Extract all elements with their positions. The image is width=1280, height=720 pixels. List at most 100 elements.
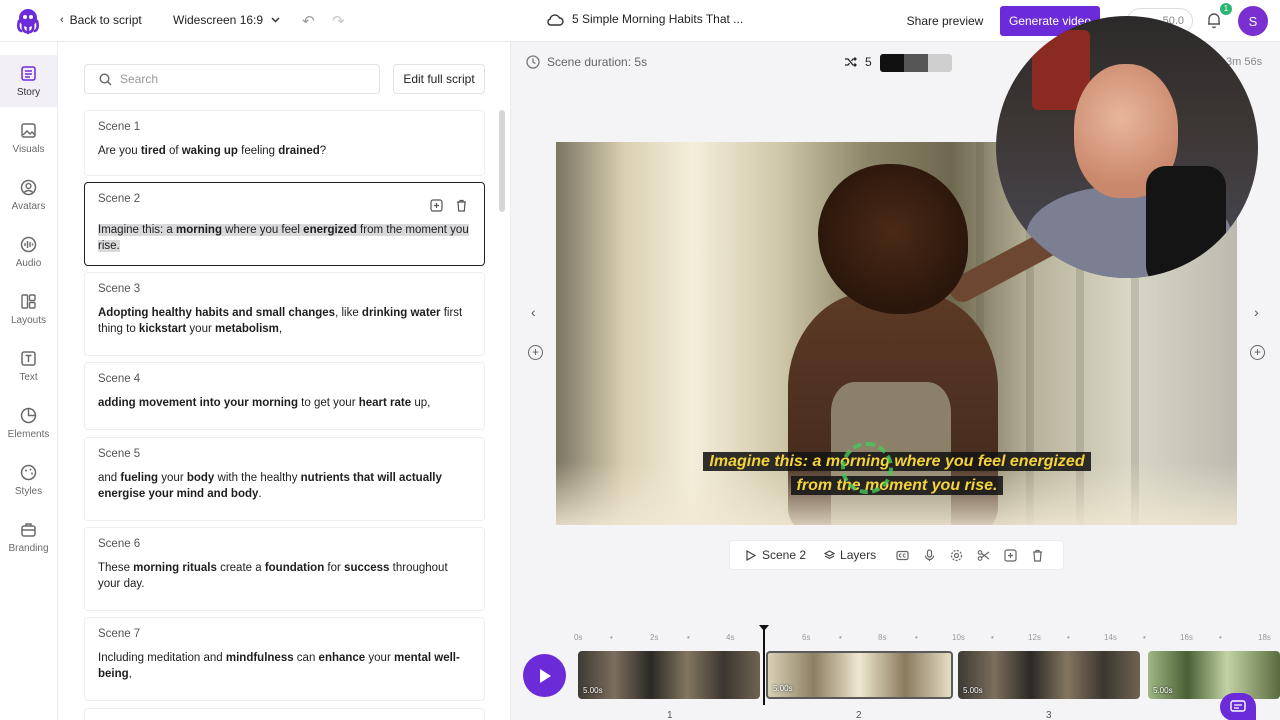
scissors-icon[interactable] bbox=[977, 549, 990, 562]
tick-dot: • bbox=[915, 633, 918, 642]
rail-item-elements[interactable]: Elements bbox=[0, 397, 57, 449]
shuffle-count: 5 bbox=[865, 55, 872, 69]
undo-icon[interactable]: ↶ bbox=[302, 12, 315, 30]
chat-support-button[interactable] bbox=[1220, 693, 1256, 720]
next-scene-chevron-icon[interactable]: › bbox=[1254, 304, 1259, 320]
rail-item-branding[interactable]: Branding bbox=[0, 511, 57, 563]
audio-icon bbox=[20, 236, 37, 252]
duplicate-icon[interactable] bbox=[430, 199, 443, 212]
scene-card-5[interactable]: Scene 5 and fueling your body with the h… bbox=[84, 437, 485, 521]
person-hair bbox=[818, 164, 968, 314]
tick-dot: • bbox=[610, 633, 613, 642]
clip-duration: 5.00s bbox=[583, 686, 603, 695]
rail-item-visuals[interactable]: Visuals bbox=[0, 112, 57, 164]
shuffle-style-control[interactable]: 5 bbox=[844, 55, 872, 69]
clip-number: 1 bbox=[667, 710, 673, 720]
layers-label: Layers bbox=[840, 548, 877, 562]
rail-item-audio[interactable]: Audio bbox=[0, 226, 57, 278]
scene-label: Scene 2 bbox=[762, 548, 807, 562]
layers-button[interactable]: Layers bbox=[824, 548, 876, 562]
rail-item-story[interactable]: Story bbox=[0, 55, 57, 107]
scene-card-6[interactable]: Scene 6 These morning rituals create a f… bbox=[84, 527, 485, 611]
swatch[interactable] bbox=[904, 54, 928, 72]
project-title[interactable]: 5 Simple Morning Habits That ... bbox=[546, 12, 743, 26]
scene-text[interactable]: These morning rituals create a foundatio… bbox=[98, 561, 470, 592]
rail-item-styles[interactable]: Styles bbox=[0, 454, 57, 506]
playhead[interactable] bbox=[763, 625, 765, 705]
scene-card-7[interactable]: Scene 7 Including meditation and mindful… bbox=[84, 617, 485, 701]
color-swatches[interactable] bbox=[880, 54, 952, 72]
scene-duration[interactable]: Scene duration: 5s bbox=[526, 55, 647, 69]
user-avatar[interactable]: S bbox=[1238, 6, 1268, 36]
scene-text[interactable]: adding movement into your morning to get… bbox=[98, 396, 470, 412]
tick-dot: • bbox=[839, 633, 842, 642]
swatch[interactable] bbox=[880, 54, 904, 72]
add-scene-after-icon[interactable]: + bbox=[1250, 345, 1265, 360]
rail-item-text[interactable]: Text bbox=[0, 340, 57, 392]
time-tick: 18s bbox=[1258, 633, 1271, 642]
rail-label: Styles bbox=[14, 485, 43, 497]
share-preview-button[interactable]: Share preview bbox=[898, 6, 992, 36]
timeline-clip-3[interactable]: 5.00s bbox=[958, 651, 1140, 699]
scene-tools bbox=[430, 199, 468, 212]
scene-text[interactable]: Imagine this: a morning where you feel e… bbox=[98, 223, 470, 254]
scene-card-3[interactable]: Scene 3 Adopting healthy habits and smal… bbox=[84, 272, 485, 356]
subtitle-caption[interactable]: Imagine this: a morning where you feel e… bbox=[666, 450, 1128, 498]
duplicate-icon[interactable] bbox=[1004, 548, 1017, 562]
captions-cc-icon[interactable] bbox=[896, 549, 909, 562]
caption-line-1: Imagine this: a morning where you feel e… bbox=[703, 452, 1091, 471]
rail-label: Audio bbox=[15, 257, 42, 269]
scene-play-button[interactable]: Scene 2 bbox=[746, 548, 806, 562]
clip-duration: 5.00s bbox=[963, 686, 983, 695]
microphone bbox=[1146, 166, 1226, 278]
edit-full-script-button[interactable]: Edit full script bbox=[393, 64, 485, 94]
bell-icon[interactable] bbox=[1205, 11, 1223, 29]
time-tick: 14s bbox=[1104, 633, 1117, 642]
timeline[interactable]: 0s • 2s • 4s 6s • 8s • 10s • 12s • 14s •… bbox=[512, 625, 1280, 720]
total-duration: 3m 56s bbox=[1226, 56, 1263, 68]
story-icon bbox=[21, 65, 36, 81]
briefcase-icon bbox=[21, 522, 36, 537]
rail-item-avatars[interactable]: Avatars bbox=[0, 169, 57, 221]
back-label: Back to script bbox=[69, 13, 142, 27]
notification-count-badge: 1 bbox=[1220, 3, 1232, 15]
settings-gear-icon[interactable] bbox=[950, 549, 963, 562]
search-box[interactable] bbox=[84, 64, 380, 94]
scrollbar-thumb[interactable] bbox=[499, 110, 505, 212]
scene-card-1[interactable]: Scene 1 Are you tired of waking up feeli… bbox=[84, 110, 485, 176]
scene-text[interactable]: and fueling your body with the healthy n… bbox=[98, 471, 470, 502]
back-to-script-link[interactable]: ‹ Back to script bbox=[60, 13, 142, 27]
play-outline-icon bbox=[746, 549, 756, 561]
rail-label: Elements bbox=[7, 428, 50, 440]
timeline-clip-4[interactable]: 5.00s bbox=[1148, 651, 1280, 699]
scene-text[interactable]: Are you tired of waking up feeling drain… bbox=[98, 144, 470, 160]
aspect-ratio-dropdown[interactable]: Widescreen 16:9 bbox=[173, 13, 280, 27]
webcam-overlay bbox=[996, 16, 1258, 278]
search-input[interactable] bbox=[120, 72, 360, 86]
scene-text[interactable]: Adopting healthy habits and small change… bbox=[98, 306, 470, 337]
play-button[interactable] bbox=[523, 654, 566, 697]
microphone-icon[interactable] bbox=[923, 548, 936, 562]
scene-text[interactable]: Including meditation and mindfulness can… bbox=[98, 651, 470, 682]
chat-icon bbox=[1230, 700, 1246, 712]
scene-card-2[interactable]: Scene 2 Imagine this: a morning where yo… bbox=[84, 182, 485, 266]
add-scene-before-icon[interactable]: + bbox=[528, 345, 543, 360]
scene-toolbar: Scene 2 Layers bbox=[729, 540, 1064, 570]
previous-scene-chevron-icon[interactable]: ‹ bbox=[531, 304, 536, 320]
shuffle-icon bbox=[845, 57, 857, 67]
rail-item-layouts[interactable]: Layouts bbox=[0, 283, 57, 335]
octopus-logo-icon[interactable] bbox=[14, 7, 42, 35]
swatch[interactable] bbox=[928, 54, 952, 72]
redo-icon[interactable]: ↷ bbox=[332, 12, 345, 30]
scene-card-8-partial[interactable] bbox=[84, 708, 485, 720]
trash-icon[interactable] bbox=[1031, 549, 1044, 562]
scene-card-4[interactable]: Scene 4 adding movement into your mornin… bbox=[84, 362, 485, 430]
timeline-clip-1[interactable]: 5.00s bbox=[578, 651, 760, 699]
tick-dot: • bbox=[1143, 633, 1146, 642]
scene-name: Scene 6 bbox=[98, 538, 141, 550]
timeline-clip-2[interactable]: 5.00s bbox=[766, 651, 953, 699]
scene-duration-text: Scene duration: 5s bbox=[547, 55, 648, 69]
trash-icon[interactable] bbox=[455, 199, 468, 212]
time-tick: 2s bbox=[650, 633, 659, 642]
chevron-left-icon: ‹ bbox=[60, 14, 64, 26]
